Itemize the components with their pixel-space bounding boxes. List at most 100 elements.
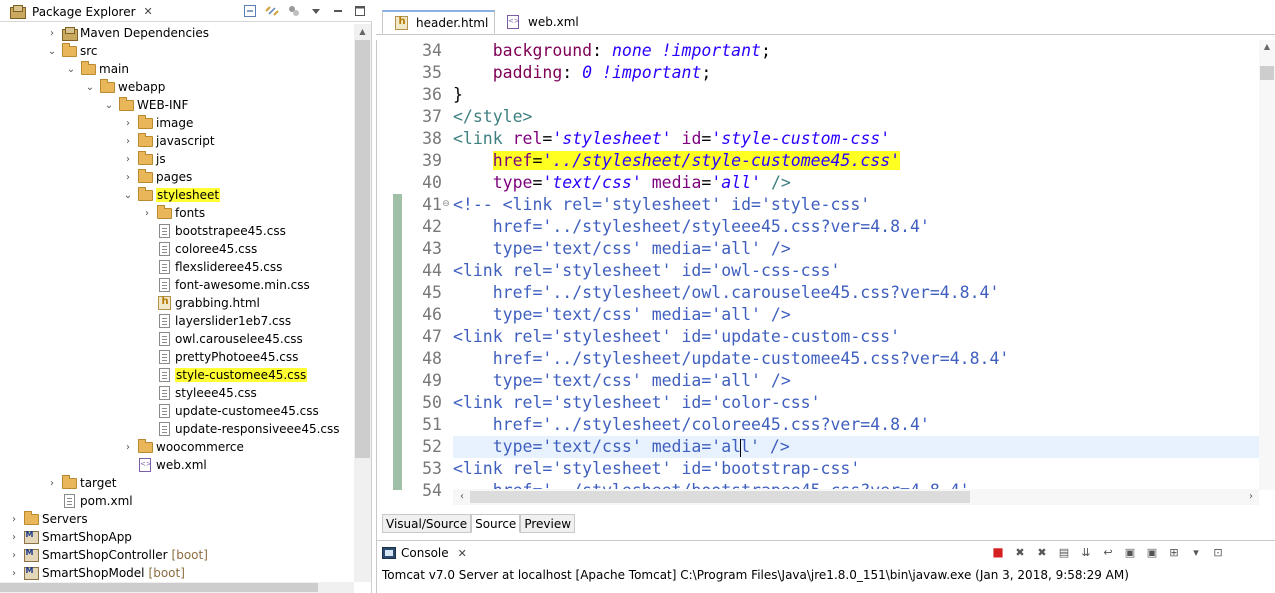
chevron-right-icon[interactable]: ›	[122, 136, 134, 147]
display-selected-console-icon[interactable]: ▾	[1188, 544, 1204, 560]
code-line[interactable]: }	[453, 84, 1259, 106]
tree-item[interactable]: style-customee45.css	[0, 366, 354, 384]
scroll-left-arrow-icon[interactable]: ‹	[455, 489, 469, 505]
tree-item[interactable]: owl.carouselee45.css	[0, 330, 354, 348]
tab-header-html[interactable]: header.html ✕	[382, 10, 506, 34]
tree-item[interactable]: ⌄ stylesheet	[0, 186, 354, 204]
tree-item[interactable]: pom.xml	[0, 492, 354, 510]
chevron-down-icon[interactable]: ⌄	[84, 82, 96, 93]
tree-item[interactable]: › javascript	[0, 132, 354, 150]
tree-item[interactable]: coloree45.css	[0, 240, 354, 258]
chevron-right-icon[interactable]: ›	[141, 208, 153, 219]
tree-item[interactable]: styleee45.css	[0, 384, 354, 402]
code-line[interactable]: type='text/css' media='all' />	[453, 436, 1259, 458]
chevron-right-icon[interactable]: ›	[122, 154, 134, 165]
code-line[interactable]: type='text/css' media='all' />	[453, 304, 1259, 326]
tree-item[interactable]: › SmartShopModel[boot]	[0, 564, 354, 582]
scroll-right-arrow-icon[interactable]: ›	[1244, 489, 1258, 505]
code-line[interactable]: type='text/css' media='all' />	[453, 238, 1259, 260]
close-icon[interactable]: ✕	[458, 547, 467, 560]
console-tab[interactable]: Console ✕	[382, 543, 467, 563]
chevron-right-icon[interactable]: ›	[8, 568, 20, 579]
tree-item[interactable]: update-customee45.css	[0, 402, 354, 420]
tab-web-xml[interactable]: web.xml	[495, 10, 579, 34]
code-line[interactable]: background: none !important;	[453, 40, 1259, 62]
tree-item[interactable]: › woocommerce	[0, 438, 354, 456]
code-line[interactable]: href='../stylesheet/style-customee45.css…	[453, 150, 1259, 172]
tree-item[interactable]: › Maven Dependencies	[0, 24, 354, 42]
code-line[interactable]: <link rel='stylesheet' id='update-custom…	[453, 326, 1259, 348]
word-wrap-icon[interactable]: ↩	[1100, 544, 1116, 560]
code-line[interactable]: href='../stylesheet/update-customee45.cs…	[453, 348, 1259, 370]
tree-item[interactable]: ⌄ main	[0, 60, 354, 78]
chevron-right-icon[interactable]: ›	[8, 550, 20, 561]
tree-item[interactable]: › pages	[0, 168, 354, 186]
tree-item[interactable]: ⌄ src	[0, 42, 354, 60]
fold-collapse-icon[interactable]: ⊖	[441, 199, 451, 209]
collapse-all-icon[interactable]	[242, 3, 258, 19]
code-line[interactable]: <link rel='stylesheet' id='bootstrap-css…	[453, 458, 1259, 480]
chevron-down-icon[interactable]: ⌄	[65, 64, 77, 75]
close-icon[interactable]: ✕	[144, 5, 153, 18]
remove-launch-icon[interactable]: ✖	[1012, 544, 1028, 560]
code-line[interactable]: <link rel='stylesheet' id='style-custom-…	[453, 128, 1259, 150]
tree-item[interactable]: prettyPhotoee45.css	[0, 348, 354, 366]
clear-console-icon[interactable]: ▤	[1056, 544, 1072, 560]
editor-vertical-scrollbar[interactable]	[1259, 40, 1275, 490]
scroll-up-arrow-icon[interactable]: ▲	[1259, 40, 1275, 54]
tree-item[interactable]: › SmartShopController[boot]	[0, 546, 354, 564]
chevron-right-icon[interactable]: ›	[122, 172, 134, 183]
chevron-down-icon[interactable]: ⌄	[46, 46, 58, 57]
tree-item[interactable]: bootstrapee45.css	[0, 222, 354, 240]
code-line[interactable]: </style>	[453, 106, 1259, 128]
pin-console-icon[interactable]: ⊞	[1166, 544, 1182, 560]
tree-item[interactable]: web.xml	[0, 456, 354, 474]
code-editor[interactable]: background: none !important; padding: 0 …	[453, 40, 1259, 490]
code-line[interactable]: href='../stylesheet/owl.carouselee45.css…	[453, 282, 1259, 304]
editor-horizontal-scroll-thumb[interactable]	[470, 491, 970, 503]
code-line[interactable]: href='../stylesheet/coloree45.css?ver=4.…	[453, 414, 1259, 436]
scroll-up-arrow-icon[interactable]: ▲	[354, 24, 371, 40]
tree-horizontal-scroll-thumb[interactable]	[0, 583, 318, 592]
tab-source[interactable]: Source	[471, 514, 521, 533]
tree-item[interactable]: layerslider1eb7.css	[0, 312, 354, 330]
open-console-icon[interactable]: ⊡	[1210, 544, 1226, 560]
tree-item[interactable]: update-responsiveee45.css	[0, 420, 354, 438]
chevron-down-icon[interactable]: ⌄	[122, 190, 134, 201]
terminate-icon[interactable]: ■	[990, 544, 1006, 560]
maximize-icon[interactable]	[352, 3, 368, 19]
code-line[interactable]: href='../stylesheet/styleee45.css?ver=4.…	[453, 216, 1259, 238]
editor-vertical-scroll-thumb[interactable]	[1260, 66, 1274, 80]
chevron-right-icon[interactable]: ›	[46, 478, 58, 489]
code-line[interactable]: type='text/css' media='all' />	[453, 172, 1259, 194]
tree-item[interactable]: flexslideree45.css	[0, 258, 354, 276]
code-line[interactable]: <!-- <link rel='stylesheet' id='style-cs…	[453, 194, 1259, 216]
link-with-editor-icon[interactable]	[264, 3, 280, 19]
chevron-right-icon[interactable]: ›	[8, 532, 20, 543]
show-on-stdout-icon[interactable]: ▣	[1122, 544, 1138, 560]
chevron-right-icon[interactable]: ›	[122, 118, 134, 129]
tab-preview[interactable]: Preview	[520, 514, 576, 533]
code-line[interactable]: <link rel='stylesheet' id='owl-css-css'	[453, 260, 1259, 282]
tree-item[interactable]: › image	[0, 114, 354, 132]
chevron-down-icon[interactable]: ⌄	[103, 100, 115, 111]
remove-all-terminated-icon[interactable]: ✖	[1034, 544, 1050, 560]
view-menu-icon[interactable]	[308, 3, 324, 19]
tree-item[interactable]: › target	[0, 474, 354, 492]
minimize-icon[interactable]	[330, 3, 346, 19]
tree-item[interactable]: ⌄ WEB-INF	[0, 96, 354, 114]
tree-vertical-scroll-thumb[interactable]	[355, 40, 370, 458]
tree-item[interactable]: font-awesome.min.css	[0, 276, 354, 294]
package-explorer-tab[interactable]: Package Explorer ✕	[2, 1, 157, 22]
focus-icon[interactable]	[286, 3, 302, 19]
chevron-right-icon[interactable]: ›	[8, 514, 20, 525]
code-line[interactable]: <link rel='stylesheet' id='color-css'	[453, 392, 1259, 414]
show-on-stderr-icon[interactable]: ▣	[1144, 544, 1160, 560]
chevron-right-icon[interactable]: ›	[122, 442, 134, 453]
tree-item[interactable]: grabbing.html	[0, 294, 354, 312]
tree-item[interactable]: ⌄ webapp	[0, 78, 354, 96]
tree-item[interactable]: › js	[0, 150, 354, 168]
tree-item[interactable]: › SmartShopApp	[0, 528, 354, 546]
chevron-right-icon[interactable]: ›	[46, 28, 58, 39]
code-line[interactable]: padding: 0 !important;	[453, 62, 1259, 84]
